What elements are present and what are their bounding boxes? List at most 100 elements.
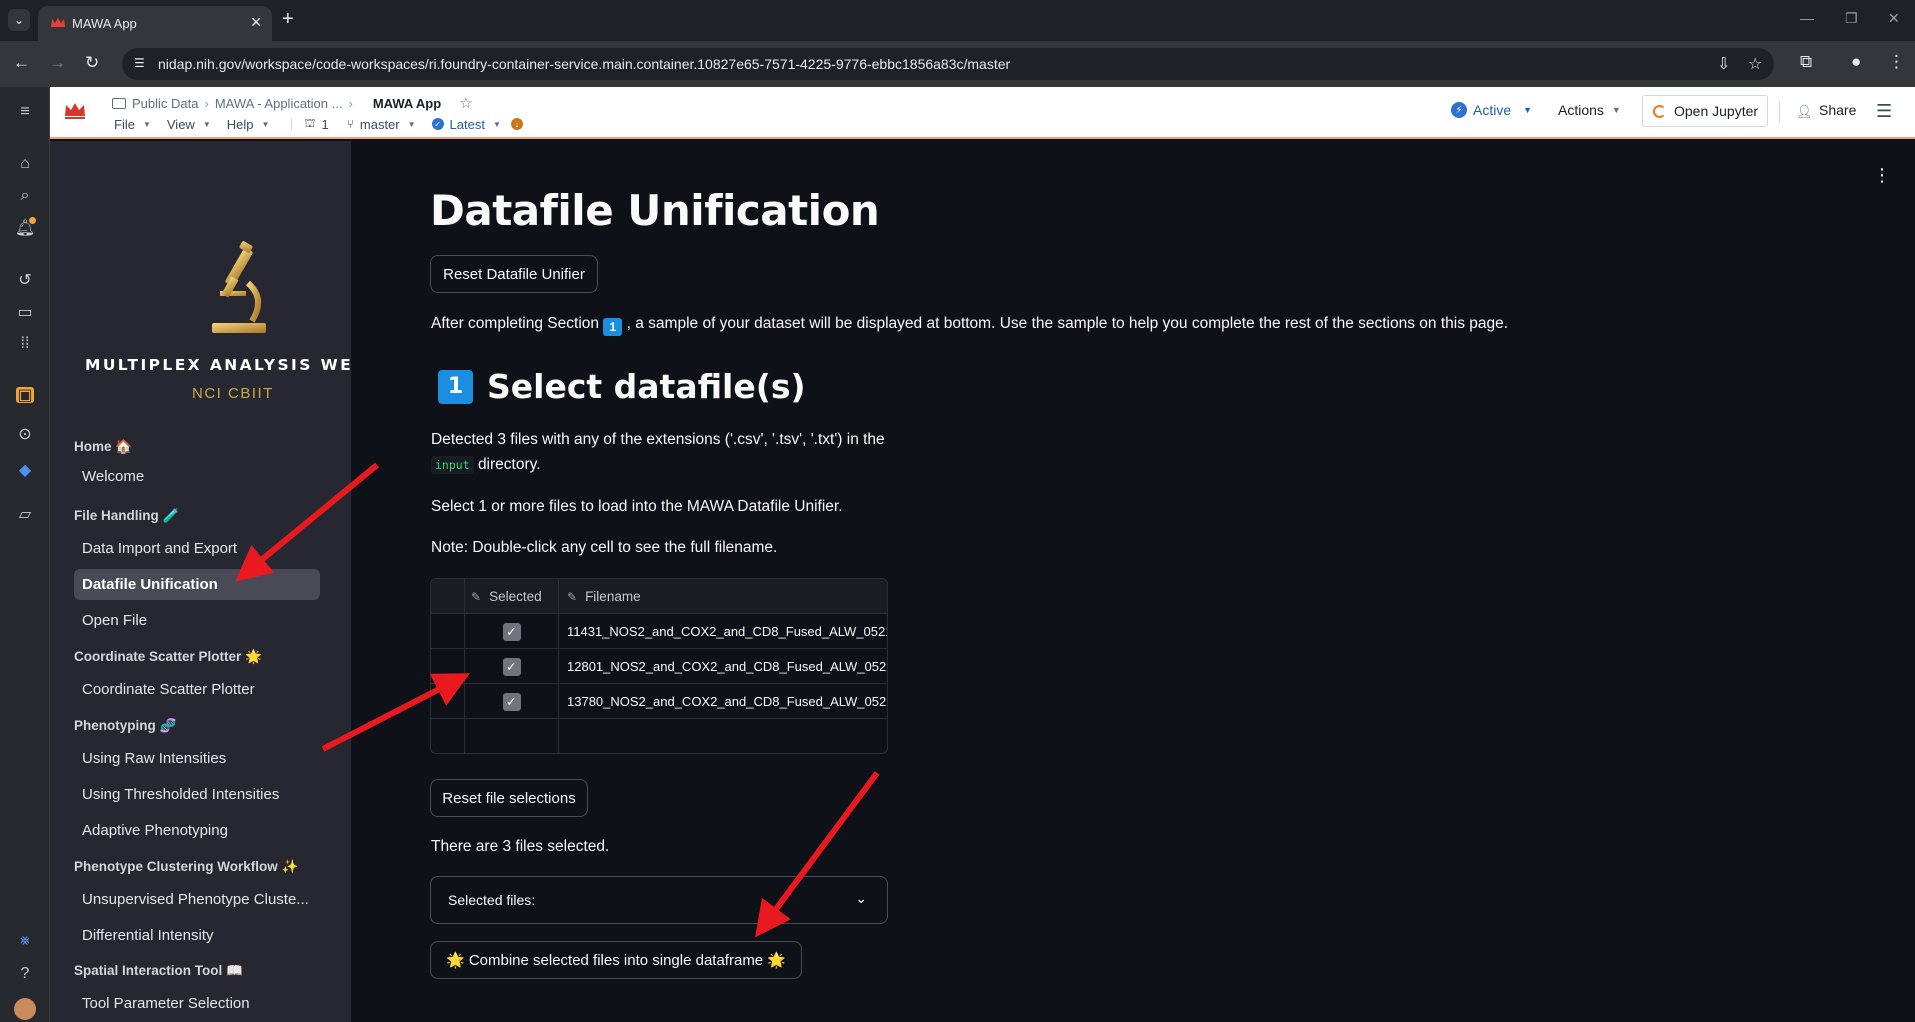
- user-avatar[interactable]: [14, 998, 36, 1020]
- column-header-selected[interactable]: ✎ Selected: [465, 579, 559, 614]
- divider: [1779, 101, 1780, 123]
- help-icon[interactable]: ?: [14, 963, 36, 985]
- streamlit-sidebar: MULTIPLEX ANALYSIS WEB AP NCI CBIIT Home…: [50, 141, 351, 1022]
- row-index-cell[interactable]: [431, 684, 465, 719]
- column-header-selected-label: Selected: [489, 589, 542, 604]
- checkbox-checked-icon[interactable]: ✓: [502, 657, 521, 676]
- profile-icon[interactable]: ●: [1851, 52, 1861, 72]
- nav-item-raw-intensities[interactable]: Using Raw Intensities: [74, 743, 320, 774]
- breadcrumb-public-data[interactable]: Public Data: [132, 96, 198, 111]
- tab-close-icon[interactable]: ✕: [250, 14, 262, 31]
- checkbox-checked-icon[interactable]: ✓: [502, 692, 521, 711]
- notifications-bell-icon[interactable]: 🔔︎: [14, 217, 36, 239]
- site-info-icon[interactable]: ☰: [134, 56, 150, 72]
- new-tab-icon[interactable]: +: [282, 8, 294, 30]
- selected-files-expander[interactable]: Selected files: ⌄: [430, 876, 888, 924]
- share-button[interactable]: 👤︎ Share: [1796, 102, 1856, 119]
- open-folder-icon[interactable]: ▱: [14, 503, 36, 525]
- caret-down-icon: ▼: [407, 119, 416, 129]
- open-jupyter-button[interactable]: Open Jupyter: [1642, 95, 1768, 127]
- nav-section-file-handling: File Handling 🧪: [74, 508, 180, 523]
- cube-icon[interactable]: ◆: [14, 459, 36, 481]
- install-app-icon[interactable]: ⇩: [1717, 54, 1730, 74]
- table-add-row[interactable]: [431, 719, 887, 753]
- home-icon[interactable]: ⌂: [14, 153, 36, 175]
- nav-item-datafile-unification[interactable]: Datafile Unification: [74, 569, 320, 600]
- nav-item-tool-parameter-selection[interactable]: Tool Parameter Selection: [74, 988, 320, 1019]
- forward-icon[interactable]: →: [49, 53, 66, 73]
- extensions-icon[interactable]: ⧉: [1800, 52, 1812, 72]
- url-field[interactable]: ☰ nidap.nih.gov/workspace/code-workspace…: [122, 48, 1774, 80]
- nav-item-open-file[interactable]: Open File: [74, 605, 320, 636]
- table-row[interactable]: ✓ 13780_NOS2_and_COX2_and_CD8_Fused_ALW_…: [431, 684, 887, 719]
- back-icon[interactable]: ←: [13, 53, 30, 73]
- favorite-star-icon[interactable]: ☆: [459, 94, 472, 112]
- minimize-icon[interactable]: —: [1800, 10, 1814, 26]
- breadcrumb-mawa-application[interactable]: MAWA - Application ...: [215, 96, 343, 111]
- row-index-cell[interactable]: [431, 719, 465, 753]
- status-dropdown[interactable]: ⚡︎ Active ▼: [1451, 102, 1532, 118]
- history-icon[interactable]: ↺: [14, 269, 36, 291]
- row-index-cell[interactable]: [431, 614, 465, 649]
- nav-section-phenotype-clustering: Phenotype Clustering Workflow ✨: [74, 859, 299, 874]
- nav-item-welcome[interactable]: Welcome: [74, 461, 320, 492]
- bookmark-star-icon[interactable]: ☆: [1748, 54, 1762, 74]
- reload-icon[interactable]: ↻: [85, 53, 99, 73]
- nav-item-adaptive-phenotyping[interactable]: Adaptive Phenotyping: [74, 815, 320, 846]
- selected-checkbox-cell[interactable]: ✓: [465, 684, 559, 719]
- intro-text: After completing Section 1 , a sample of…: [431, 315, 1508, 336]
- branch-count[interactable]: 1: [321, 117, 328, 132]
- menu-view[interactable]: View: [167, 117, 195, 132]
- workspace-app-icon[interactable]: ▣: [16, 387, 34, 404]
- empty-cell[interactable]: [559, 719, 887, 753]
- issues-icon[interactable]: ⊙: [14, 423, 36, 445]
- apps-grid-icon[interactable]: ⁞⁞: [14, 333, 36, 355]
- jupyter-icon: [1653, 104, 1666, 118]
- row-index-cell[interactable]: [431, 649, 465, 684]
- menu-file[interactable]: File: [114, 117, 135, 132]
- empty-cell[interactable]: [465, 719, 559, 753]
- filename-cell[interactable]: 11431_NOS2_and_COX2_and_CD8_Fused_ALW_05…: [559, 614, 887, 649]
- window-close-icon[interactable]: ✕: [1888, 10, 1900, 27]
- nav-item-unsupervised-clustering[interactable]: Unsupervised Phenotype Cluste...: [74, 884, 320, 915]
- status-label: Active: [1473, 102, 1512, 118]
- nav-item-coordinate-scatter-plotter[interactable]: Coordinate Scatter Plotter: [74, 674, 320, 705]
- graph-icon[interactable]: ⨳: [14, 930, 36, 952]
- caret-down-icon: ▼: [1523, 105, 1533, 115]
- menu-help[interactable]: Help: [227, 117, 254, 132]
- reset-datafile-unifier-button[interactable]: Reset Datafile Unifier: [430, 255, 598, 293]
- nav-item-thresholded-intensities[interactable]: Using Thresholded Intensities: [74, 779, 320, 810]
- nav-item-data-import-export[interactable]: Data Import and Export: [74, 533, 320, 564]
- version-selector[interactable]: Latest: [450, 117, 485, 132]
- collapse-sidebar-icon[interactable]: ≡: [14, 101, 36, 123]
- actions-button[interactable]: Actions ▼: [1558, 102, 1621, 118]
- checkbox-checked-icon[interactable]: ✓: [502, 622, 521, 641]
- foundry-logo-icon[interactable]: [63, 100, 87, 120]
- folder-icon[interactable]: ▭: [14, 301, 36, 323]
- tab-search-icon[interactable]: ⌄: [8, 9, 30, 31]
- combine-files-button[interactable]: 🌟 Combine selected files into single dat…: [430, 941, 802, 979]
- properties-list-icon[interactable]: ☰: [1876, 101, 1892, 122]
- filename-cell[interactable]: 12801_NOS2_and_COX2_and_CD8_Fused_ALW_05…: [559, 649, 887, 684]
- restore-icon[interactable]: ❐: [1845, 10, 1858, 27]
- column-header-filename-label: Filename: [585, 589, 641, 604]
- table-row[interactable]: ✓ 11431_NOS2_and_COX2_and_CD8_Fused_ALW_…: [431, 614, 887, 649]
- table-header-row: ✎ Selected ✎ Filename: [431, 579, 887, 614]
- file-selection-table[interactable]: ✎ Selected ✎ Filename ✓ 11431_NOS2_and_COX…: [430, 578, 888, 754]
- branch-selector[interactable]: master: [360, 117, 400, 132]
- download-icon[interactable]: ↓: [510, 118, 523, 130]
- filename-cell[interactable]: 13780_NOS2_and_COX2_and_CD8_Fused_ALW_05…: [559, 684, 887, 719]
- browser-tab[interactable]: MAWA App ✕: [38, 6, 272, 41]
- column-header-filename[interactable]: ✎ Filename: [559, 579, 887, 614]
- chevron-down-icon: ⌄: [855, 890, 867, 906]
- selected-checkbox-cell[interactable]: ✓: [465, 649, 559, 684]
- selected-checkbox-cell[interactable]: ✓: [465, 614, 559, 649]
- streamlit-menu-icon[interactable]: ⋮: [1873, 165, 1891, 186]
- chrome-menu-icon[interactable]: ⋮: [1888, 52, 1905, 72]
- table-row[interactable]: ✓ 12801_NOS2_and_COX2_and_CD8_Fused_ALW_…: [431, 649, 887, 684]
- intro-text-before: After completing Section: [431, 315, 600, 332]
- editable-column-icon: ✎: [567, 589, 578, 604]
- reset-file-selections-button[interactable]: Reset file selections: [430, 779, 588, 817]
- nav-item-differential-intensity[interactable]: Differential Intensity: [74, 920, 320, 951]
- search-icon[interactable]: ⌕: [14, 185, 36, 207]
